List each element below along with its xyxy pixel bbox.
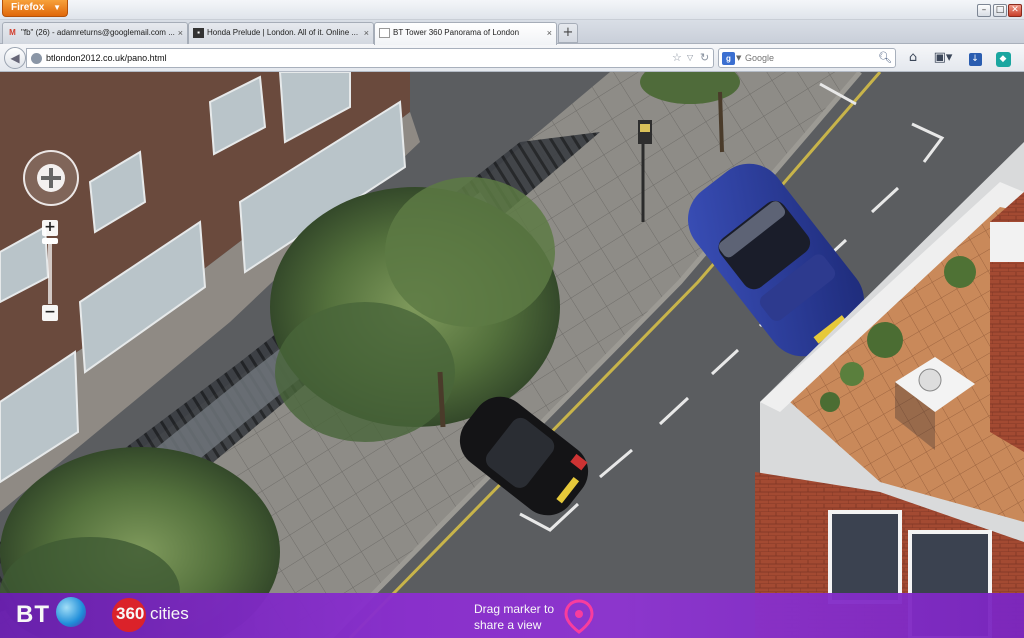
history-dropdown-icon[interactable]: ▽ — [687, 50, 693, 66]
bt-logo[interactable]: BT — [16, 601, 50, 629]
panorama-viewer[interactable]: + − BT 360 cities Drag marker to share a… — [0, 72, 1024, 638]
tab-label: BT Tower 360 Panorama of London — [393, 28, 520, 37]
plus-icon: + — [562, 25, 574, 40]
minimize-icon[interactable]: – — [977, 4, 991, 17]
search-input[interactable] — [745, 50, 875, 66]
new-tab-button[interactable]: + — [558, 23, 578, 43]
tab-close-icon[interactable]: × — [547, 23, 552, 43]
tab-close-icon[interactable]: × — [178, 23, 183, 43]
site-identity-icon[interactable] — [31, 53, 42, 64]
navigation-bar: btlondon2012.co.uk/pano.html ☆ ▽ ↻ ◀ g ▼… — [0, 44, 1024, 72]
maximize-icon[interactable]: □ — [993, 4, 1007, 17]
page-icon: ▪ — [193, 28, 204, 38]
tab-gmail[interactable]: M "fb" (26) - adamreturns@googlemail.com… — [2, 22, 188, 44]
tab-label: Honda Prelude | London. All of it. Onlin… — [207, 28, 359, 37]
back-arrow-icon: ◀ — [10, 51, 20, 65]
zoom-slider-handle[interactable] — [42, 238, 58, 244]
downloads-icon[interactable]: ↓ — [964, 48, 986, 68]
home-icon[interactable]: ⌂ — [902, 48, 924, 68]
url-bar[interactable]: btlondon2012.co.uk/pano.html ☆ ▽ ↻ — [26, 48, 714, 68]
zoom-out-button[interactable]: − — [42, 305, 58, 321]
tab-bt-tower[interactable]: BT Tower 360 Panorama of London × — [374, 22, 557, 45]
compass-icon[interactable] — [37, 164, 65, 192]
addon-icon[interactable]: ◆ — [992, 48, 1014, 68]
close-icon[interactable]: ✕ — [1008, 4, 1022, 17]
cities-logo-number[interactable]: 360 — [116, 604, 144, 624]
url-text[interactable]: btlondon2012.co.uk/pano.html — [46, 49, 167, 67]
firefox-menu-label: Firefox — [11, 2, 45, 13]
zoom-in-button[interactable]: + — [42, 220, 58, 236]
tab-strip: M "fb" (26) - adamreturns@googlemail.com… — [0, 20, 1024, 45]
branding-bar: BT 360 cities Drag marker to share a vie… — [0, 593, 1024, 638]
search-icon[interactable]: 🔍︎ — [878, 49, 892, 67]
tab-honda-prelude[interactable]: ▪ Honda Prelude | London. All of it. Onl… — [188, 22, 374, 44]
google-icon[interactable]: g — [722, 52, 735, 65]
title-bar: Firefox ▼ – □ ✕ — [0, 0, 1024, 20]
bt-globe-icon — [56, 597, 86, 627]
blank-page-icon — [379, 28, 390, 38]
chevron-down-icon: ▼ — [53, 3, 61, 12]
bookmarks-icon[interactable]: ▣▾ — [928, 48, 958, 68]
cities-logo-text[interactable]: cities — [150, 604, 189, 624]
tab-label: "fb" (26) - adamreturns@googlemail.com .… — [21, 28, 175, 37]
firefox-menu-button[interactable]: Firefox ▼ — [2, 0, 68, 17]
search-bar: g ▼ 🔍︎ — [718, 48, 896, 68]
gmail-icon: M — [9, 28, 16, 37]
pan-control[interactable] — [23, 150, 79, 206]
panorama-image[interactable] — [0, 72, 1024, 638]
zoom-slider[interactable] — [48, 238, 52, 304]
bookmark-star-icon[interactable]: ☆ — [672, 50, 682, 66]
back-button[interactable]: ◀ — [4, 47, 26, 69]
map-marker-icon[interactable] — [560, 597, 598, 635]
chevron-down-icon[interactable]: ▼ — [736, 49, 741, 67]
drag-marker-hint: Drag marker to share a view — [474, 602, 555, 632]
tab-close-icon[interactable]: × — [364, 23, 369, 43]
reload-icon[interactable]: ↻ — [700, 50, 709, 66]
